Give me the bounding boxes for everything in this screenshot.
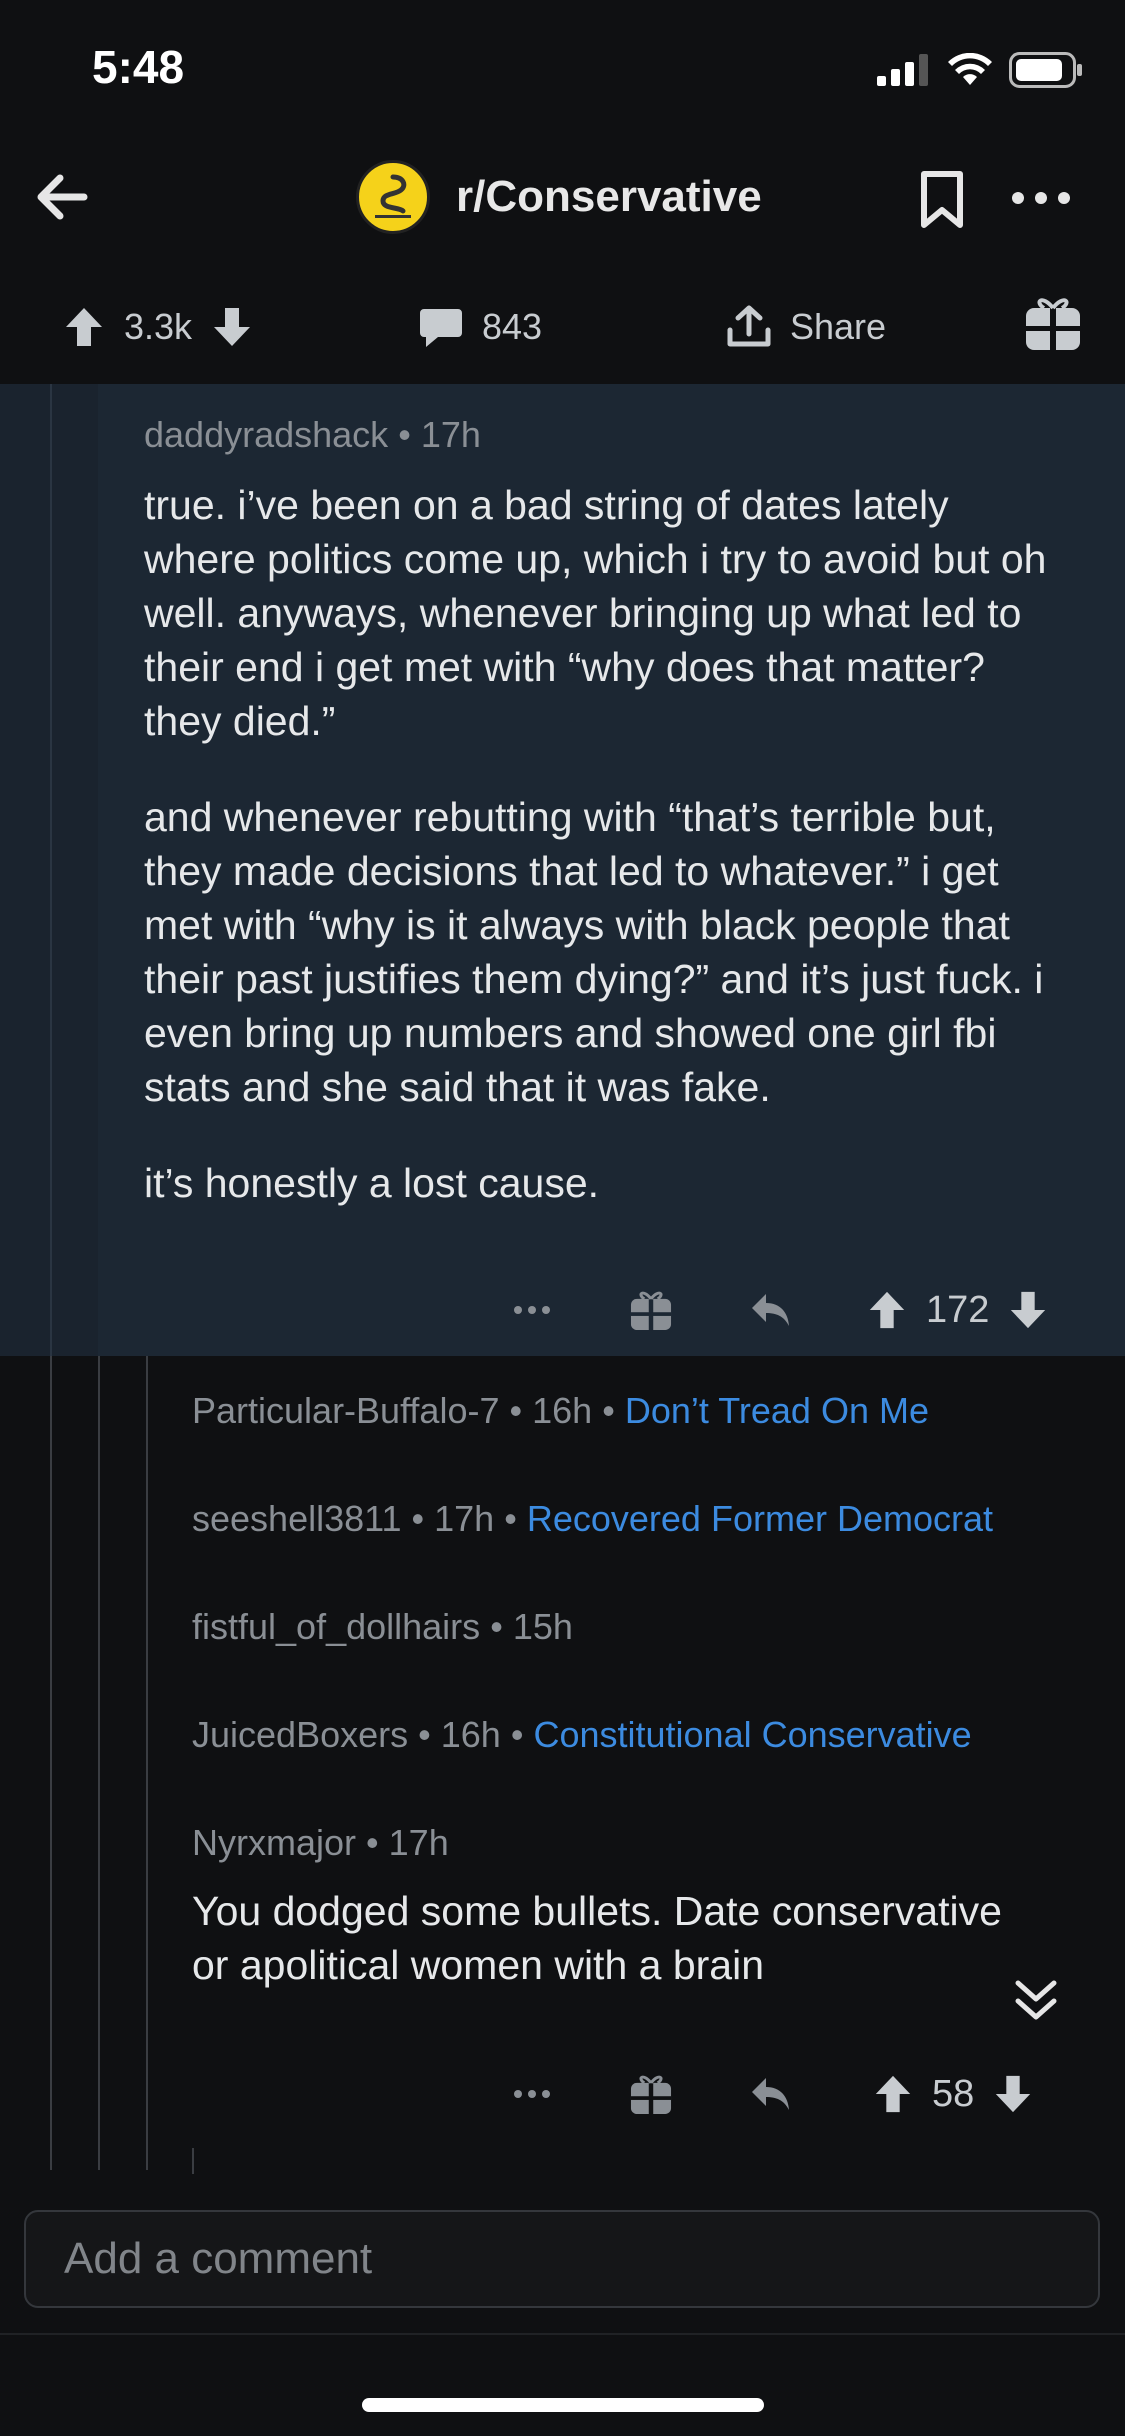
share-icon bbox=[727, 305, 771, 347]
collapsed-comment[interactable]: fistful_of_dollhairs • 15h bbox=[192, 1606, 573, 1648]
divider bbox=[0, 2333, 1125, 2335]
more-icon bbox=[514, 1306, 550, 1314]
meta-separator: • bbox=[411, 1498, 425, 1539]
comment-author[interactable]: JuicedBoxers bbox=[192, 1714, 408, 1755]
upvote-icon[interactable] bbox=[866, 1289, 908, 1331]
downvote-icon[interactable] bbox=[1007, 1289, 1049, 1331]
post-action-bar: 3.3k 843 Share bbox=[0, 272, 1125, 382]
reply-icon bbox=[752, 2078, 789, 2110]
wifi-icon bbox=[948, 53, 992, 85]
comment-author[interactable]: daddyradshack bbox=[144, 414, 388, 455]
comment-meta: Nyrxmajor • 17h bbox=[192, 1822, 449, 1864]
subreddit-header[interactable]: r/Conservative bbox=[356, 160, 762, 234]
comment-more-button[interactable] bbox=[512, 1278, 552, 1342]
comment-paragraph: true. i’ve been on a bad string of dates… bbox=[144, 482, 1047, 744]
collapsed-comment[interactable]: seeshell3811 • 17h • Recovered Former De… bbox=[192, 1498, 993, 1540]
comment-author[interactable]: seeshell3811 bbox=[192, 1498, 402, 1539]
share-button[interactable]: Share bbox=[726, 272, 886, 382]
meta-separator: • bbox=[510, 1714, 524, 1755]
meta-separator: • bbox=[509, 1390, 523, 1431]
comments-count: 843 bbox=[482, 306, 543, 347]
thread-line bbox=[98, 1356, 100, 2170]
user-flair: Don’t Tread On Me bbox=[624, 1390, 929, 1431]
thread-line bbox=[146, 1356, 148, 2170]
comment-reply-button[interactable] bbox=[748, 2062, 792, 2126]
comment-score: 172 bbox=[926, 1288, 990, 1331]
comment-author[interactable]: fistful_of_dollhairs bbox=[192, 1606, 480, 1647]
user-flair: Constitutional Conservative bbox=[533, 1714, 972, 1755]
gift-icon bbox=[630, 2075, 672, 2115]
bookmark-button[interactable] bbox=[918, 170, 966, 230]
comment-author[interactable]: Particular-Buffalo-7 bbox=[192, 1390, 499, 1431]
post-vote-group: 3.3k bbox=[62, 272, 254, 382]
comment-age: 17h bbox=[434, 1498, 495, 1539]
comment-more-button[interactable] bbox=[512, 2062, 552, 2126]
bookmark-icon bbox=[921, 171, 963, 228]
thread-line bbox=[50, 384, 52, 1356]
comment-age: 17h bbox=[420, 414, 481, 455]
share-label: Share bbox=[790, 306, 887, 347]
back-arrow-icon bbox=[37, 174, 88, 220]
comment-author[interactable]: Nyrxmajor bbox=[192, 1822, 356, 1863]
comment-body: You dodged some bullets. Date conservati… bbox=[192, 1888, 1002, 1988]
upvote-icon[interactable] bbox=[872, 2073, 914, 2115]
meta-separator: • bbox=[602, 1390, 615, 1431]
downvote-icon[interactable] bbox=[992, 2073, 1034, 2115]
comment-vote-group: 172 bbox=[866, 1278, 1049, 1342]
meta-separator: • bbox=[418, 1714, 431, 1755]
more-icon bbox=[1012, 192, 1070, 204]
comment-vote-group: 58 bbox=[872, 2062, 1034, 2126]
comment-age: 17h bbox=[388, 1822, 449, 1863]
meta-separator: • bbox=[504, 1498, 517, 1539]
comment-icon bbox=[420, 309, 462, 347]
comment-age: 16h bbox=[532, 1390, 593, 1431]
thread-line bbox=[50, 1356, 52, 2170]
comment-actions: 172 bbox=[0, 1278, 1125, 1342]
post-score: 3.3k bbox=[124, 306, 193, 347]
thread-indent bbox=[0, 384, 98, 1356]
more-icon bbox=[514, 2090, 550, 2098]
comment-award-button[interactable] bbox=[628, 1278, 674, 1342]
status-icons bbox=[877, 52, 1083, 88]
collapsed-comment[interactable]: JuicedBoxers • 16h • Constitutional Cons… bbox=[192, 1714, 972, 1756]
downvote-icon[interactable] bbox=[210, 305, 254, 349]
back-button[interactable] bbox=[30, 165, 94, 229]
meta-separator: • bbox=[490, 1606, 503, 1647]
signal-icon bbox=[877, 54, 928, 86]
meta-separator: • bbox=[366, 1822, 379, 1863]
upvote-icon[interactable] bbox=[62, 305, 106, 349]
comment-score: 58 bbox=[932, 2072, 975, 2115]
subreddit-avatar bbox=[356, 160, 430, 234]
comments-count-button[interactable]: 843 bbox=[418, 272, 542, 382]
status-time: 5:48 bbox=[92, 41, 185, 93]
comment-award-button[interactable] bbox=[628, 2062, 674, 2126]
comment-actions: 58 bbox=[0, 2062, 1125, 2126]
comment-reply-button[interactable] bbox=[748, 1278, 792, 1342]
home-indicator[interactable] bbox=[362, 2398, 764, 2412]
battery-icon bbox=[1009, 52, 1082, 88]
meta-separator: • bbox=[398, 414, 411, 455]
comment-paragraph: it’s honestly a lost cause. bbox=[144, 1160, 600, 1206]
gift-icon bbox=[630, 1291, 672, 1331]
thread-line bbox=[192, 2148, 194, 2174]
more-options-button[interactable] bbox=[1010, 180, 1072, 216]
comment-body: true. i’ve been on a bad string of dates… bbox=[144, 478, 1064, 1252]
comment-meta: daddyradshack • 17h bbox=[144, 414, 481, 456]
comment-age: 16h bbox=[440, 1714, 501, 1755]
award-post-button[interactable] bbox=[1022, 292, 1084, 354]
reply-icon bbox=[752, 1294, 789, 1326]
comment-age: 15h bbox=[512, 1606, 573, 1647]
scroll-to-next-button[interactable] bbox=[1010, 1975, 1062, 2027]
collapsed-comment[interactable]: Particular-Buffalo-7 • 16h • Don’t Tread… bbox=[192, 1390, 929, 1432]
user-flair: Recovered Former Democrat bbox=[526, 1498, 993, 1539]
subreddit-name: r/Conservative bbox=[456, 172, 762, 221]
chevron-double-down-icon bbox=[1015, 1980, 1057, 2020]
comment-input-placeholder: Add a comment bbox=[64, 2234, 373, 2283]
gift-icon bbox=[1026, 298, 1080, 350]
comment-paragraph: and whenever rebutting with “that’s terr… bbox=[144, 794, 1044, 1110]
